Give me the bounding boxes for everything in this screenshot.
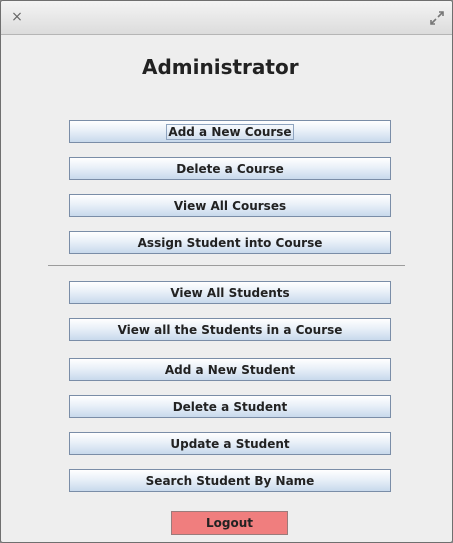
delete-student-label: Delete a Student <box>172 399 288 414</box>
view-students-in-course-label: View all the Students in a Course <box>117 322 343 337</box>
view-students-in-course-button[interactable]: View all the Students in a Course <box>69 318 391 341</box>
add-course-button[interactable]: Add a New Course <box>69 120 391 143</box>
window-titlebar[interactable]: × <box>1 1 452 35</box>
logout-label: Logout <box>205 516 253 530</box>
update-student-button[interactable]: Update a Student <box>69 432 391 455</box>
assign-student-button[interactable]: Assign Student into Course <box>69 231 391 254</box>
view-all-students-label: View All Students <box>170 285 290 300</box>
view-all-courses-button[interactable]: View All Courses <box>69 194 391 217</box>
delete-course-button[interactable]: Delete a Course <box>69 157 391 180</box>
delete-course-label: Delete a Course <box>176 161 284 176</box>
section-divider <box>48 265 405 266</box>
page-title: Administrator <box>142 55 299 79</box>
view-all-courses-label: View All Courses <box>173 198 287 213</box>
maximize-icon[interactable] <box>430 10 444 25</box>
add-student-button[interactable]: Add a New Student <box>69 358 391 381</box>
search-student-button[interactable]: Search Student By Name <box>69 469 391 492</box>
assign-student-label: Assign Student into Course <box>137 235 323 250</box>
delete-student-button[interactable]: Delete a Student <box>69 395 391 418</box>
view-all-students-button[interactable]: View All Students <box>69 281 391 304</box>
add-course-label: Add a New Course <box>166 123 294 140</box>
logout-button[interactable]: Logout <box>171 511 288 535</box>
admin-window: × Administrator Add a New Course Delete … <box>0 0 453 543</box>
update-student-label: Update a Student <box>170 436 290 451</box>
search-student-label: Search Student By Name <box>145 473 315 488</box>
add-student-label: Add a New Student <box>164 362 296 377</box>
close-icon[interactable]: × <box>10 9 24 25</box>
